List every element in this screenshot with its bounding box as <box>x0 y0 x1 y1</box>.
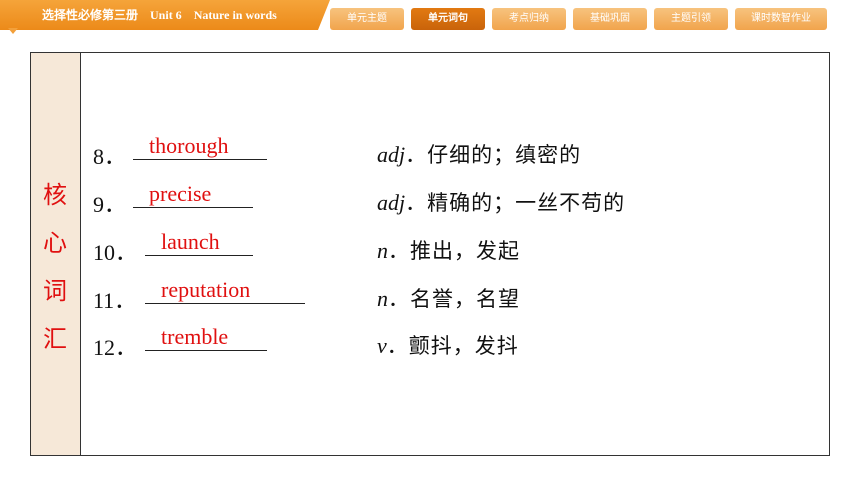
meaning-text: ．颤抖，发抖 <box>386 334 519 358</box>
side-panel: 核 心 词 汇 <box>31 53 81 455</box>
tab-basic-practice[interactable]: 基础巩固 <box>573 8 647 30</box>
word-meaning: n．推出，发起 <box>377 235 520 265</box>
unit-title: Nature in words <box>193 8 277 22</box>
course-title-banner: 选择性必修第三册 Unit 6 Nature in words <box>0 0 330 30</box>
part-of-speech: v <box>377 333 387 358</box>
word-meaning: v．颤抖，发抖 <box>377 330 519 360</box>
item-number: 12． <box>93 335 138 360</box>
meaning-text: ．精确的；一丝不苟的 <box>405 191 626 215</box>
course-name: 选择性必修第三册 <box>42 8 139 22</box>
answer-blank <box>145 303 305 304</box>
tab-homework[interactable]: 课时数智作业 <box>735 8 827 30</box>
side-label-char: 核 <box>43 181 67 209</box>
side-label: 核 心 词 汇 <box>31 171 79 363</box>
word-meaning: adj．精确的；一丝不苟的 <box>377 187 625 217</box>
word-meaning: n．名誉，名望 <box>377 283 520 313</box>
part-of-speech: adj <box>377 190 406 215</box>
tab-theme-guide[interactable]: 主题引领 <box>654 8 728 30</box>
answer-blank <box>133 207 253 208</box>
unit-number: Unit 6 <box>150 8 182 22</box>
item-number: 8． <box>93 144 127 169</box>
side-label-char: 汇 <box>43 325 67 353</box>
meaning-text: ．推出，发起 <box>388 239 520 263</box>
tab-key-points[interactable]: 考点归纳 <box>492 8 566 30</box>
answer-blank <box>145 255 253 256</box>
meaning-text: ．仔细的；缜密的 <box>405 143 582 167</box>
word-meaning: adj．仔细的；缜密的 <box>377 139 581 169</box>
item-number: 10． <box>93 240 138 265</box>
content-frame: 核 心 词 汇 8． thorough adj．仔细的；缜密的 9． preci… <box>30 52 830 456</box>
item-number: 9． <box>93 192 127 217</box>
answer-word: reputation <box>161 277 251 302</box>
top-bar: 选择性必修第三册 Unit 6 Nature in words 单元主题 单元词句 … <box>0 0 860 34</box>
part-of-speech: n <box>377 286 388 311</box>
part-of-speech: adj <box>377 142 406 167</box>
tab-unit-theme[interactable]: 单元主题 <box>330 8 404 30</box>
answer-blank <box>145 350 267 351</box>
side-label-char: 词 <box>43 277 67 305</box>
answer-word: thorough <box>149 133 229 158</box>
tab-unit-vocabulary[interactable]: 单元词句 <box>411 8 485 30</box>
answer-blank <box>133 159 267 160</box>
meaning-text: ．名誉，名望 <box>388 287 520 311</box>
item-number: 11． <box>93 288 137 313</box>
banner-triangle-icon <box>8 28 18 34</box>
answer-word: precise <box>149 181 212 206</box>
side-label-char: 心 <box>43 229 67 257</box>
part-of-speech: n <box>377 238 388 263</box>
answer-word: launch <box>161 229 220 254</box>
answer-word: tremble <box>161 324 229 349</box>
